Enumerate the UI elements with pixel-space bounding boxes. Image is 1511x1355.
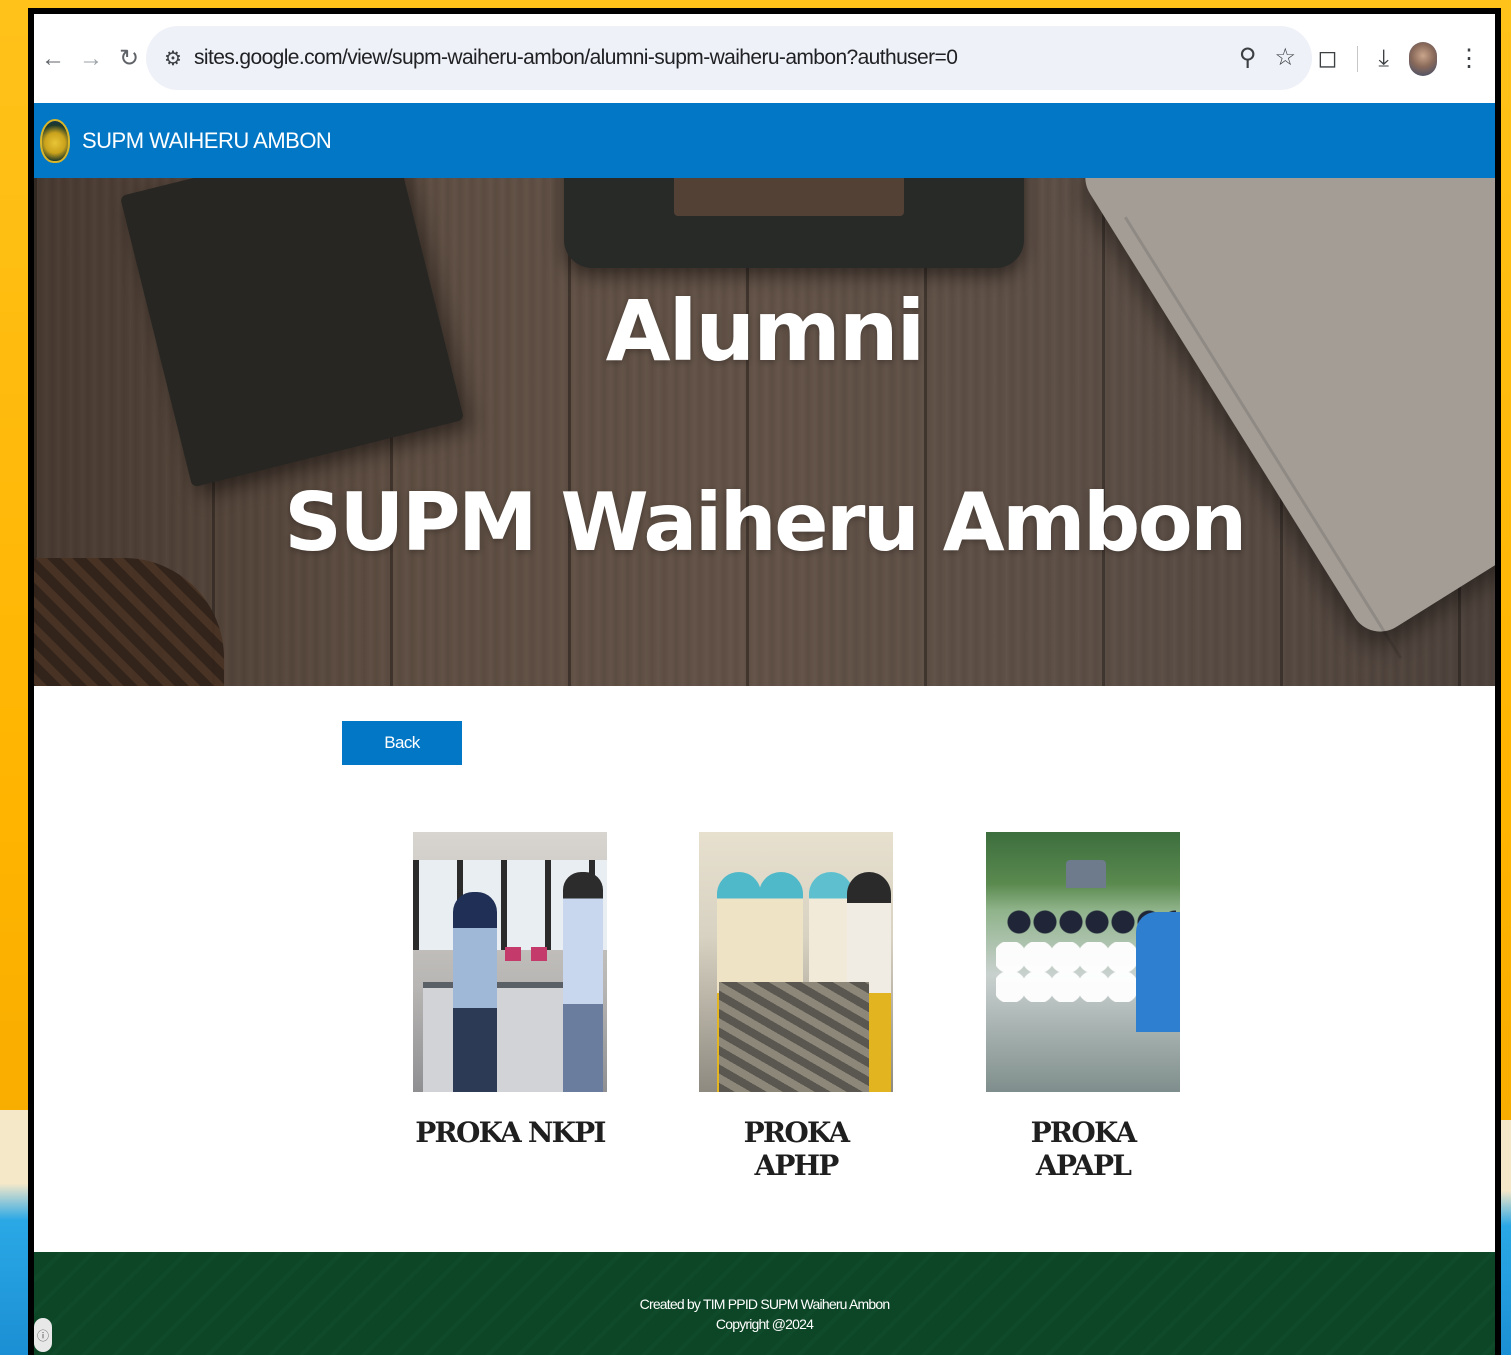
- program-caption: PROKA APHP: [743, 1116, 850, 1182]
- toolbar-right-actions: ◻ ⤓ ⋮: [1317, 14, 1495, 103]
- program-caption: PROKA NKPI: [415, 1116, 606, 1149]
- bookmark-star-icon[interactable]: ☆: [1274, 46, 1296, 70]
- profile-avatar[interactable]: [1409, 41, 1437, 76]
- site-name-link[interactable]: SUPM WAIHERU AMBON: [82, 128, 332, 154]
- more-menu-icon[interactable]: ⋮: [1457, 46, 1481, 71]
- omnibox-actions: ⚲ ☆: [1239, 26, 1296, 90]
- back-button[interactable]: Back: [342, 721, 462, 765]
- download-icon[interactable]: ⤓: [1378, 46, 1389, 71]
- hero-title: Alumni: [605, 282, 926, 380]
- site-footer: Created by TIM PPID SUPM Waiheru Ambon C…: [34, 1252, 1495, 1355]
- back-arrow-icon[interactable]: ←: [34, 40, 72, 78]
- hero-subtitle: SUPM Waiheru Ambon: [284, 476, 1247, 569]
- program-card-nkpi[interactable]: PROKA NKPI: [413, 832, 607, 1149]
- footer-copyright: Copyright @2024: [715, 1316, 814, 1332]
- url-text[interactable]: sites.google.com/view/supm-waiheru-ambon…: [194, 46, 958, 70]
- browser-viewport: ← → ↻ ⚙ sites.google.com/view/supm-waihe…: [34, 14, 1495, 1355]
- program-photo-nkpi[interactable]: [413, 832, 607, 1092]
- footer-credit: Created by TIM PPID SUPM Waiheru Ambon: [639, 1296, 891, 1312]
- site-header: SUPM WAIHERU AMBON: [34, 103, 1495, 178]
- zoom-icon[interactable]: ⚲: [1239, 46, 1257, 70]
- program-photo-apapl[interactable]: [986, 832, 1180, 1092]
- toolbar-divider: [1357, 45, 1359, 72]
- hero-overlay: [34, 178, 1495, 686]
- info-icon[interactable]: ⓘ: [34, 1318, 52, 1352]
- reload-icon[interactable]: ↻: [110, 40, 148, 78]
- site-settings-icon[interactable]: ⚙: [164, 46, 194, 71]
- extensions-icon[interactable]: ◻: [1317, 46, 1337, 71]
- school-logo-icon[interactable]: [40, 118, 70, 163]
- program-card-apapl[interactable]: PROKA APAPL: [986, 832, 1180, 1182]
- program-caption: PROKA APAPL: [1030, 1116, 1137, 1182]
- browser-window: ← → ↻ ⚙ sites.google.com/view/supm-waihe…: [28, 8, 1501, 1355]
- address-bar[interactable]: ⚙ sites.google.com/view/supm-waiheru-amb…: [146, 26, 1312, 90]
- program-photo-aphp[interactable]: [699, 832, 893, 1092]
- footer-text: Created by TIM PPID SUPM Waiheru Ambon C…: [34, 1294, 1495, 1334]
- forward-arrow-icon[interactable]: →: [72, 40, 110, 78]
- program-card-aphp[interactable]: PROKA APHP: [699, 832, 893, 1182]
- browser-toolbar: ← → ↻ ⚙ sites.google.com/view/supm-waihe…: [34, 14, 1495, 103]
- hero-banner: Alumni SUPM Waiheru Ambon: [34, 178, 1495, 686]
